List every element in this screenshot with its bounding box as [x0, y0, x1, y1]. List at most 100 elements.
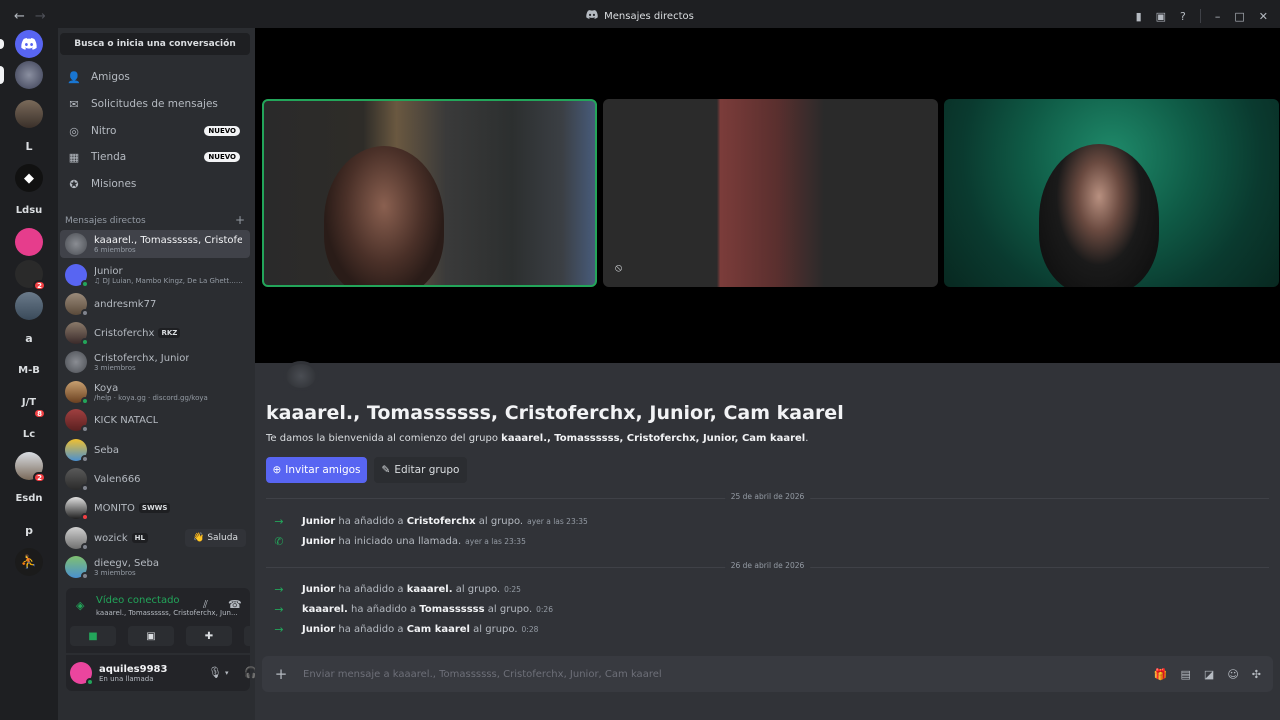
nav-missions[interactable]: ✪ Misiones	[60, 172, 250, 196]
dm-item[interactable]: Koya/help · koya.gg · discord.gg/koya	[60, 378, 250, 406]
minimize-icon[interactable]: –	[1215, 10, 1221, 23]
status-indicator	[86, 678, 94, 686]
signal-icon[interactable]: ◈	[76, 599, 84, 612]
voice-status[interactable]: Vídeo conectado	[96, 595, 180, 606]
dm-item[interactable]: Cristoferchx, Junior 3 miembros	[60, 348, 250, 376]
dm-subtitle: ♫ DJ Luian, Mambo Kingz, De La Ghett... …	[94, 276, 244, 285]
video-tile[interactable]: ⦸	[603, 99, 938, 287]
gift-icon[interactable]: 🎁	[1154, 668, 1168, 681]
maximize-icon[interactable]: □	[1234, 10, 1244, 23]
camera-button[interactable]: ■	[70, 626, 116, 646]
camera-icon: ■	[88, 630, 98, 642]
back-icon[interactable]: ←	[14, 9, 25, 24]
dm-item[interactable]: Junior ♫ DJ Luian, Mambo Kingz, De La Ghe…	[60, 261, 250, 289]
server-avatar[interactable]	[15, 228, 43, 256]
dm-item[interactable]: wozick HL 👋 Saluda	[60, 524, 250, 552]
call-icon: ✆	[274, 534, 284, 548]
dm-item[interactable]: andresmk77	[60, 290, 250, 318]
server-avatar[interactable]: ◆	[15, 164, 43, 192]
server-initials[interactable]: L	[15, 132, 43, 160]
server-avatar[interactable]: 2	[15, 452, 46, 483]
dm-name: wozick HL	[94, 533, 148, 544]
dm-item[interactable]: kaaarel., Tomassssss, Cristofer... 6 miem…	[60, 230, 250, 258]
gif-icon[interactable]: ▤	[1181, 668, 1191, 681]
dm-item[interactable]: Seba	[60, 436, 250, 464]
status-indicator	[81, 543, 89, 551]
video-tile[interactable]	[944, 99, 1279, 287]
composer-tools: 🎁 ▤ ◪ ☺ ✣	[1154, 668, 1273, 681]
close-icon[interactable]: ✕	[1259, 10, 1268, 23]
dm-item[interactable]: KICK NATACL	[60, 406, 250, 434]
unread-badge: 2	[33, 472, 46, 483]
status-indicator	[81, 338, 89, 346]
divider	[1199, 9, 1201, 23]
add-user-icon: ⊕	[272, 464, 282, 476]
add-dm-icon[interactable]: +	[235, 213, 245, 227]
user-panel: aquiles9983 En una llamada 🎙 ▾ 🎧 ▾ ⚙	[66, 655, 292, 691]
noise-suppression-icon[interactable]: ⫽	[203, 598, 208, 612]
message-input[interactable]	[300, 668, 1154, 680]
sticker-icon[interactable]: ◪	[1204, 668, 1214, 681]
dm-item[interactable]: Cristoferchx RKZ	[60, 319, 250, 347]
server-initials[interactable]: Ldsu	[15, 196, 43, 224]
invite-friends-button[interactable]: ⊕ Invitar amigos	[266, 457, 367, 483]
status-indicator	[81, 425, 89, 433]
window-title-text: Mensajes directos	[604, 10, 694, 22]
call-stage: ⦸	[255, 28, 1280, 363]
server-avatar[interactable]	[0, 61, 43, 89]
avatar	[65, 264, 89, 288]
server-avatar[interactable]: 2	[15, 260, 46, 291]
edit-group-button[interactable]: ✎ Editar grupo	[374, 457, 467, 483]
unread-badge: 2	[33, 280, 46, 291]
date-divider: 25 de abril de 2026	[266, 492, 1269, 501]
dm-name: Koya	[94, 382, 119, 394]
server-initials[interactable]: a	[15, 324, 43, 352]
nav-nitro[interactable]: ◎ Nitro NUEVO	[60, 119, 250, 143]
emoji-icon[interactable]: ☺	[1227, 668, 1238, 681]
chevron-down-icon[interactable]: ▾	[225, 669, 229, 677]
wave-button[interactable]: 👋 Saluda	[185, 529, 246, 547]
server-avatar[interactable]	[15, 100, 43, 128]
server-initials[interactable]: Lc	[15, 420, 43, 448]
apps-icon[interactable]: ✣	[1252, 668, 1261, 681]
screen-share-button[interactable]: ▣	[128, 626, 174, 646]
user-status: En una llamada	[99, 674, 154, 683]
avatar	[65, 409, 89, 433]
discord-logo-icon	[21, 38, 37, 50]
server-initials[interactable]: M-B	[15, 356, 43, 384]
microphone-icon[interactable]: 🎙	[208, 666, 222, 679]
server-initials[interactable]: Esdn	[15, 484, 43, 512]
home-button[interactable]	[0, 30, 43, 58]
video-tile[interactable]	[262, 99, 597, 287]
status-indicator	[81, 309, 89, 317]
bookmark-icon[interactable]: ▮	[1136, 10, 1142, 23]
nav-friends[interactable]: 👤 Amigos	[60, 65, 250, 89]
dm-item[interactable]: MONITO SWWS	[60, 494, 250, 522]
activities-icon: ✚	[204, 630, 214, 642]
message-composer: + 🎁 ▤ ◪ ☺ ✣	[262, 656, 1273, 692]
disconnect-icon[interactable]: ☎	[228, 598, 242, 611]
dm-header-label: Mensajes directos	[65, 216, 146, 226]
search-conversation-button[interactable]: Busca o inicia una conversación	[60, 33, 250, 55]
server-initials[interactable]: p	[15, 516, 43, 544]
attach-plus-icon[interactable]: +	[262, 665, 300, 683]
activities-button[interactable]: ✚	[186, 626, 232, 646]
voice-channel[interactable]: kaaarel., Tomassssss, Cristoferchx, Jun.…	[96, 609, 241, 617]
status-indicator	[81, 484, 89, 492]
new-badge: NUEVO	[204, 126, 240, 136]
dm-item[interactable]: dieegv, Seba 3 miembros	[60, 553, 250, 581]
user-info[interactable]: aquiles9983 En una llamada	[99, 664, 167, 683]
avatar	[65, 293, 89, 317]
inbox-icon[interactable]: ▣	[1156, 10, 1166, 23]
server-initials[interactable]: J/T 8	[15, 388, 46, 419]
forward-icon[interactable]: →	[35, 9, 46, 24]
welcome-message: Te damos la bienvenida al comienzo del g…	[266, 433, 809, 444]
nav-shop[interactable]: ▦ Tienda NUEVO	[60, 145, 250, 169]
dm-name: Cristoferchx RKZ	[94, 328, 181, 339]
dm-item[interactable]: Valen666	[60, 465, 250, 493]
nav-message-requests[interactable]: ✉ Solicitudes de mensajes	[60, 92, 250, 116]
server-avatar[interactable]: ⛹	[15, 548, 43, 576]
server-avatar[interactable]	[15, 292, 43, 320]
user-avatar[interactable]	[70, 662, 94, 686]
help-icon[interactable]: ?	[1180, 10, 1186, 23]
